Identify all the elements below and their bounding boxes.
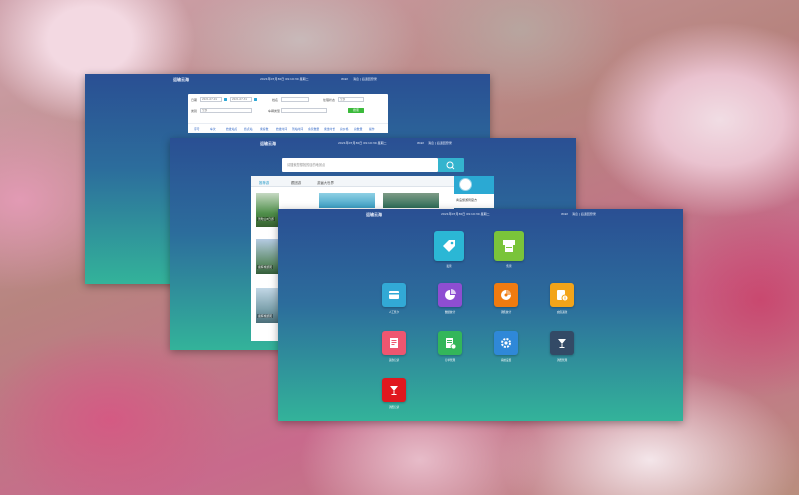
top-bar: 运输云海 2021年07月30日 09:10:30 星期二 Wiki! 消息 |…: [85, 74, 490, 84]
column-header: 序号: [194, 127, 200, 131]
search-button[interactable]: 搜索: [348, 108, 364, 113]
search-button[interactable]: [438, 158, 464, 172]
cocktail-icon: [382, 378, 406, 402]
column-header: 乘坐时长: [324, 127, 336, 131]
vehicle-input[interactable]: [281, 108, 327, 113]
column-header: 乘客数: [260, 127, 269, 131]
type-label: 类别: [191, 109, 198, 113]
tour-label: 康辉旅游团: [257, 314, 273, 318]
column-header: 到站时间: [292, 127, 304, 131]
card-icon: [382, 283, 406, 307]
app-sales-stats[interactable]: 销售统计: [494, 283, 518, 314]
screen-dashboard: 运输云海 2021年07月30日 09:10:30 星期二 Wiki! 消息 |…: [278, 209, 683, 421]
top-bar: 运输云海 2021年07月30日 09:10:30 星期二 Wiki! 消息 |…: [278, 209, 683, 219]
official-account-widget[interactable]: 青岛旅游局官方: [454, 176, 494, 208]
column-header: 始发时间: [276, 127, 288, 131]
app-label: 消费管理: [556, 359, 568, 362]
tab-recommended[interactable]: 推荐游: [259, 180, 269, 185]
app-title: 运输云海: [366, 212, 382, 217]
tour-thumbnail[interactable]: [383, 193, 439, 208]
column-header: 总数量: [354, 127, 363, 131]
cocktail-icon: [550, 331, 574, 355]
datetime-text: 2021年07月30日 09:10:30 星期二: [338, 141, 387, 145]
panel-tabs: 推荐游 跟团游 游遍大世界: [251, 176, 454, 187]
datetime-text: 2021年07月30日 09:10:30 星期二: [441, 212, 490, 216]
column-header: 终点站: [244, 127, 253, 131]
header-links[interactable]: 消息 | 后退回登录: [353, 77, 377, 81]
app-invoice[interactable]: 发票: [434, 231, 464, 268]
tour-thumbnail[interactable]: 康辉旅游团: [256, 239, 279, 274]
app-label: 发票: [446, 265, 452, 268]
column-header: 始发站点: [226, 127, 238, 131]
recharge-icon: [550, 283, 574, 307]
logo-icon: [459, 178, 472, 191]
column-header: 余票数量: [308, 127, 320, 131]
name-input[interactable]: [281, 97, 309, 102]
app-order-management[interactable]: 订单管理: [438, 331, 462, 362]
gear-icon: [494, 331, 518, 355]
type-select[interactable]: 全部: [200, 108, 252, 113]
app-title: 运输云海: [173, 77, 189, 82]
widget-header: [454, 176, 494, 194]
app-label: 消费记录: [388, 406, 400, 409]
header-links[interactable]: 消息 | 后退回登录: [428, 141, 452, 145]
ticket-printer-icon: [494, 231, 524, 261]
calendar-icon[interactable]: [224, 98, 227, 101]
tag-icon: [434, 231, 464, 261]
status-select[interactable]: 全部: [338, 97, 364, 102]
app-label: 退款记录: [388, 359, 400, 362]
user-name[interactable]: Wiki!: [561, 212, 569, 216]
name-label: 姓名: [272, 98, 279, 102]
calendar-icon[interactable]: [254, 98, 257, 101]
datetime-text: 2021年07月30日 09:10:30 星期二: [260, 77, 309, 81]
tour-thumbnail[interactable]: 康辉旅游团: [256, 288, 279, 323]
donut-chart-icon: [494, 283, 518, 307]
app-manual-card[interactable]: 人工售卡: [382, 283, 406, 314]
user-name[interactable]: Wiki!: [417, 141, 425, 145]
search-icon: [446, 161, 455, 170]
app-consumption-management[interactable]: 消费管理: [550, 331, 574, 362]
app-system-settings[interactable]: 系统设置: [494, 331, 518, 362]
column-header: 总价格: [340, 127, 349, 131]
app-label: 人工售卡: [388, 311, 400, 314]
top-bar: 运输云海 2021年07月30日 09:10:30 星期二 Wiki! 消息 |…: [170, 138, 576, 148]
vehicle-label: 车辆类型: [268, 109, 281, 113]
app-label: 销售统计: [500, 311, 512, 314]
tour-thumbnail[interactable]: 普陀山3日游: [256, 193, 279, 227]
tab-world-tour[interactable]: 游遍大世界: [317, 180, 334, 185]
app-ticketing[interactable]: 售票: [494, 231, 524, 268]
user-name[interactable]: Wiki!: [341, 77, 349, 81]
tour-label: 康辉旅游团: [257, 265, 273, 269]
tab-group-tour[interactable]: 跟团游: [291, 180, 301, 185]
app-label: 数据统计: [444, 311, 456, 314]
app-consumption-records[interactable]: 消费记录: [382, 378, 406, 409]
app-data-stats[interactable]: 数据统计: [438, 283, 462, 314]
date-label: 日期: [191, 98, 198, 102]
pie-chart-icon: [438, 283, 462, 307]
order-list-icon: [438, 331, 462, 355]
app-recharge-refund[interactable]: 充值退款: [550, 283, 574, 314]
tour-label: 普陀山3日游: [257, 217, 275, 221]
app-label: 订单管理: [444, 359, 456, 362]
tour-thumbnail[interactable]: [319, 193, 375, 208]
destination-search-input[interactable]: 请搜索您想找的目的地景点: [282, 158, 438, 172]
table-header: 序号 车次 始发站点 终点站 乘客数 始发时间 到站时间 余票数量 乘坐时长 总…: [188, 123, 388, 133]
search-placeholder: 请搜索您想找的目的地景点: [287, 163, 326, 167]
widget-text: 青岛旅游局官方: [456, 198, 478, 202]
date-from-input[interactable]: 2021-07-01: [200, 97, 222, 102]
app-refund-records[interactable]: 退款记录: [382, 331, 406, 362]
column-header: 车次: [210, 127, 216, 131]
receipt-icon: [382, 331, 406, 355]
status-label: 处理状态: [323, 98, 336, 102]
app-label: 售票: [506, 265, 512, 268]
column-header: 操作: [369, 127, 375, 131]
header-links[interactable]: 消息 | 后退回登录: [572, 212, 596, 216]
app-title: 运输云海: [260, 141, 276, 146]
date-to-input[interactable]: 2021-07-31: [230, 97, 252, 102]
app-label: 系统设置: [500, 359, 512, 362]
app-label: 充值退款: [556, 311, 568, 314]
